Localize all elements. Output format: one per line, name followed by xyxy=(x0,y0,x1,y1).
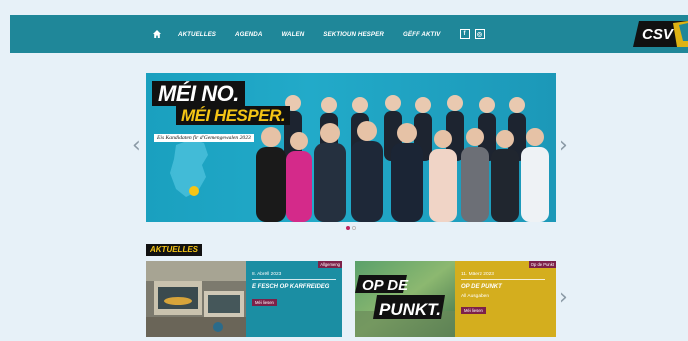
news-card[interactable]: OP DE PUNKT. Op de Punkt 11. Mäerz 2023 … xyxy=(355,261,556,337)
top-navigation-bar: AKTUELLES AGENDA WALEN SEKTIOUN HESPER G… xyxy=(10,15,688,53)
main-nav: AKTUELLES AGENDA WALEN SEKTIOUN HESPER G… xyxy=(150,15,490,53)
category-tag[interactable]: Allgemeng xyxy=(318,261,342,268)
hero-line-3: Eis Kandidaten fir d'Gemengewalen 2023 xyxy=(154,134,254,142)
card-title[interactable]: OP DE PUNKT xyxy=(461,284,502,290)
hero-line-2: MÉI HESPER. xyxy=(176,106,291,125)
news-card[interactable]: Allgemeng 8. Abrëll 2023 E FESCH OP KARF… xyxy=(146,261,342,337)
card-date: 11. Mäerz 2023 xyxy=(461,272,494,277)
card-subtitle: All Ausgaben xyxy=(461,294,490,299)
news-card-info: Allgemeng 8. Abrëll 2023 E FESCH OP KARF… xyxy=(246,261,342,337)
carousel-next-arrow[interactable]: › xyxy=(559,135,568,157)
csv-logo[interactable]: CSV xyxy=(633,17,688,51)
carousel-prev-arrow[interactable]: ‹ xyxy=(132,135,141,157)
nav-agenda[interactable]: AGENDA xyxy=(235,31,262,38)
logo-text: CSV xyxy=(642,26,675,43)
nav-sektioun-hesper[interactable]: SEKTIOUN HESPER xyxy=(323,31,384,38)
hero-headline: MÉI NO. MÉI HESPER. Eis Kandidaten fir d… xyxy=(152,81,291,144)
card-title[interactable]: E FESCH OP KARFREIDEG xyxy=(252,284,329,290)
home-icon[interactable] xyxy=(150,27,164,41)
hero-line-1: MÉI NO. xyxy=(152,81,245,106)
facebook-icon[interactable]: f xyxy=(459,29,470,39)
card-date: 8. Abrëll 2023 xyxy=(252,272,282,277)
carousel-dot-active[interactable] xyxy=(346,226,350,230)
card-divider xyxy=(461,279,545,280)
nav-walen[interactable]: WALEN xyxy=(281,31,304,38)
news-next-arrow[interactable]: › xyxy=(559,287,568,309)
carousel-dot[interactable] xyxy=(352,226,356,230)
image-text-op-de: OP DE xyxy=(362,277,409,294)
read-more-button[interactable]: Méi liesen xyxy=(252,299,277,306)
instagram-icon[interactable]: ◎ xyxy=(474,29,485,39)
category-tag[interactable]: Op de Punkt xyxy=(528,261,556,268)
news-card-image xyxy=(146,261,246,337)
hero-banner[interactable]: MÉI NO. MÉI HESPER. Eis Kandidaten fir d… xyxy=(146,73,556,222)
section-title-aktuelles: AKTUELLES xyxy=(146,244,202,256)
image-text-punkt: PUNKT. xyxy=(379,300,441,319)
news-card-image: OP DE PUNKT. xyxy=(355,261,455,337)
nav-geff-aktiv[interactable]: GËFF AKTIV xyxy=(403,31,441,38)
read-more-button[interactable]: Méi liesen xyxy=(461,307,486,314)
news-card-info: Op de Punkt 11. Mäerz 2023 OP DE PUNKT A… xyxy=(455,261,556,337)
nav-aktuelles[interactable]: AKTUELLES xyxy=(178,31,216,38)
carousel-indicators xyxy=(346,226,356,230)
card-divider xyxy=(252,279,336,280)
